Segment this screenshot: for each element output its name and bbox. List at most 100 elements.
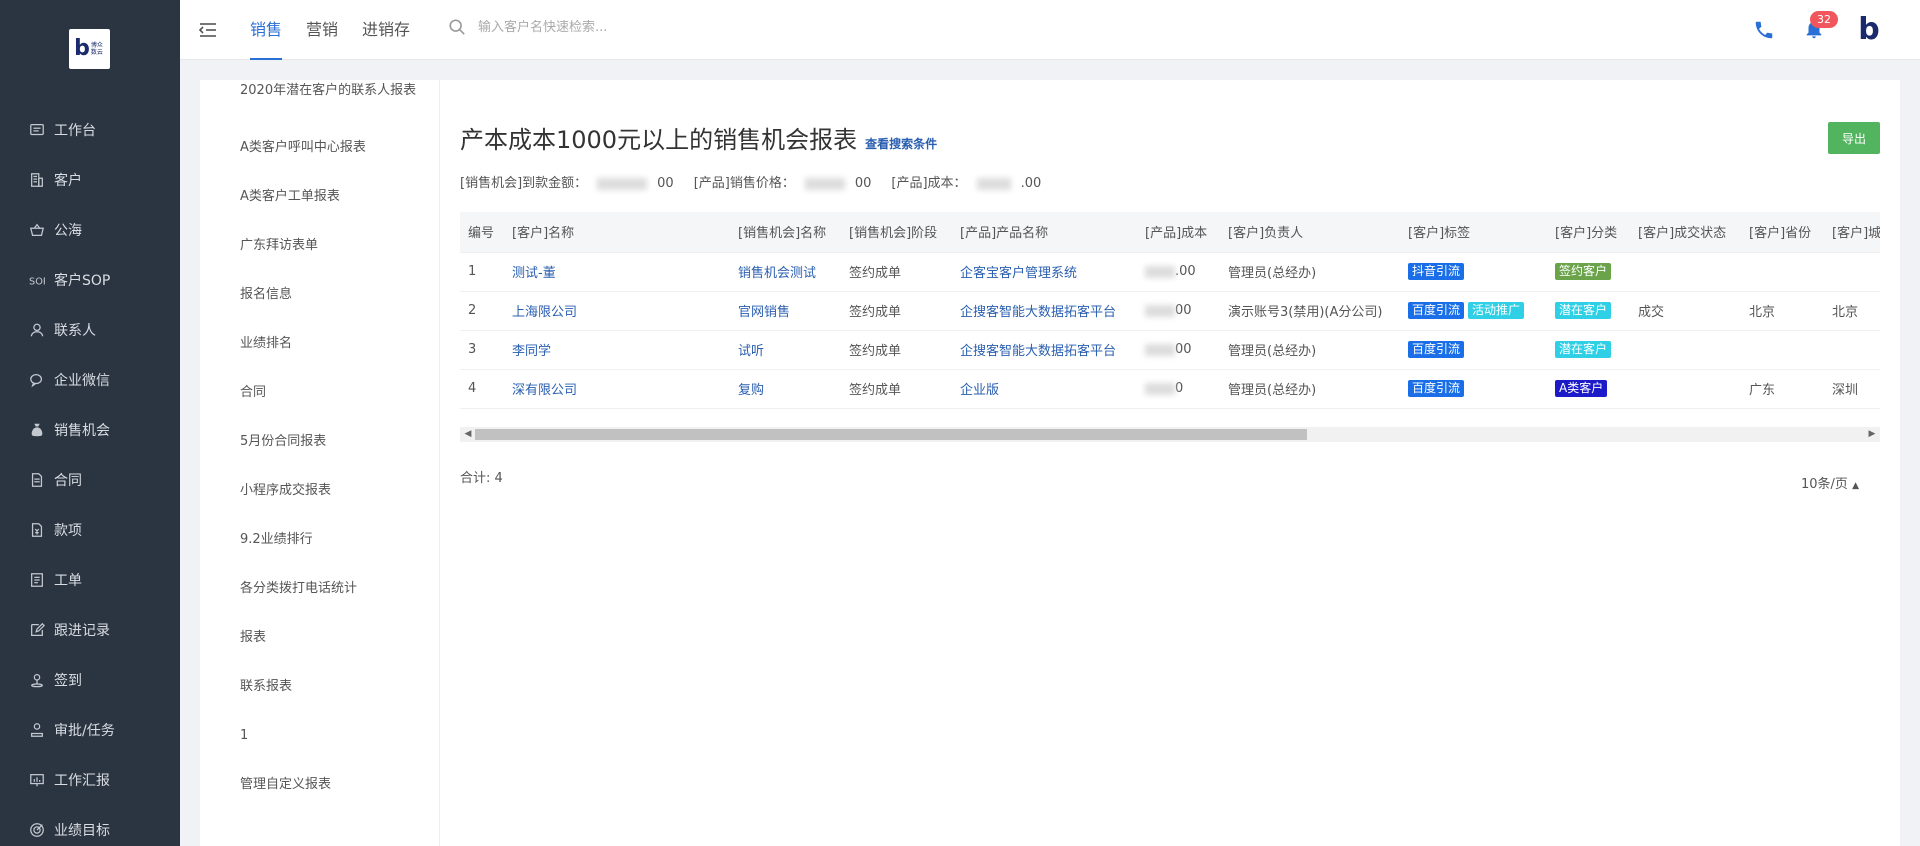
report-item[interactable]: 小程序成交报表 xyxy=(200,481,439,501)
moneybag-icon xyxy=(28,421,46,439)
customer-name-link[interactable]: 测试-董 xyxy=(504,252,730,292)
sidebar: b 博众数云 工作台客户公海 SOP 客户SOP 联系人企业微信销售机会合同款项工单跟… xyxy=(0,0,180,846)
product-name-link[interactable]: 企客宝客户管理系统 xyxy=(952,252,1137,292)
view-search-conditions-link[interactable]: 查看搜索条件 xyxy=(865,135,937,152)
sidebar-item-label: 企业微信 xyxy=(54,373,110,389)
sidebar-item-9[interactable]: 款项 xyxy=(0,505,180,555)
table-row[interactable]: 1 测试-董 销售机会测试 签约成单 企客宝客户管理系统 .00 管理员(总经办) 抖音引流 签… xyxy=(460,252,1880,292)
table-row[interactable]: 2 上海限公司 官网销售 签约成单 企搜客智能大数据拓客平台 00 演示账号3(禁用)(A分… xyxy=(460,291,1880,331)
report-item[interactable]: 各分类拨打电话统计 xyxy=(200,579,439,599)
column-header[interactable]: [产品]产品名称 xyxy=(952,212,1137,253)
report-item[interactable]: A类客户呼叫中心报表 xyxy=(200,138,439,158)
report-item[interactable]: 广东拜访表单 xyxy=(200,236,439,256)
column-header[interactable]: [客户]负责人 xyxy=(1220,212,1400,253)
column-header[interactable]: 编号 xyxy=(460,212,504,253)
tab-marketing[interactable]: 营销 xyxy=(306,0,338,60)
scroll-right-icon[interactable]: ▶ xyxy=(1866,429,1878,440)
sidebar-item-2[interactable]: 客户 xyxy=(0,155,180,205)
report-item[interactable]: 1 xyxy=(200,726,439,746)
report-item[interactable]: 报名信息 xyxy=(200,285,439,305)
customer-category: 潜在客户 xyxy=(1547,291,1630,331)
sidebar-item-12[interactable]: 签到 xyxy=(0,655,180,705)
opportunity-stage: 签约成单 xyxy=(841,369,952,409)
sidebar-item-14[interactable]: 工作汇报 xyxy=(0,755,180,805)
sidebar-item-label: 工单 xyxy=(54,573,82,589)
column-header[interactable]: [产品]成本 xyxy=(1137,212,1220,253)
product-name-link[interactable]: 企搜客智能大数据拓客平台 xyxy=(952,291,1137,331)
product-name-link[interactable]: 企搜客智能大数据拓客平台 xyxy=(952,330,1137,370)
location-icon xyxy=(28,671,46,689)
category-tag: 签约客户 xyxy=(1555,263,1612,280)
sidebar-item-label: 销售机会 xyxy=(54,423,110,439)
category-tag: 潜在客户 xyxy=(1555,341,1612,358)
sidebar-item-10[interactable]: 工单 xyxy=(0,555,180,605)
sidebar-item-label: 联系人 xyxy=(54,323,96,339)
product-name-link[interactable]: 企业版 xyxy=(952,369,1137,409)
opportunity-name-link[interactable]: 销售机会测试 xyxy=(730,252,841,292)
dashboard-icon xyxy=(28,121,46,139)
phone-icon[interactable] xyxy=(1753,19,1775,41)
customer-category: 潜在客户 xyxy=(1547,330,1630,370)
horizontal-scrollbar[interactable]: ◀ ▶ xyxy=(460,427,1880,442)
opportunity-stage: 签约成单 xyxy=(841,291,952,331)
column-header[interactable]: [客户]标签 xyxy=(1400,212,1547,253)
page-title: 产本成本1000元以上的销售机会报表 xyxy=(460,126,858,154)
app-logo[interactable]: b 博众数云 xyxy=(69,29,110,69)
opportunity-name-link[interactable]: 试听 xyxy=(730,330,841,370)
sidebar-item-6[interactable]: 企业微信 xyxy=(0,355,180,405)
customer-province xyxy=(1741,330,1824,370)
sidebar-item-4[interactable]: SOP 客户SOP xyxy=(0,255,180,305)
scroll-left-icon[interactable]: ◀ xyxy=(462,429,474,440)
table-row[interactable]: 3 李同学 试听 签约成单 企搜客智能大数据拓客平台 00 管理员(总经办) 百度引流 潜在客户 xyxy=(460,330,1880,370)
sidebar-item-11[interactable]: 跟进记录 xyxy=(0,605,180,655)
report-item[interactable]: 5月份合同报表 xyxy=(200,432,439,452)
avatar[interactable]: b xyxy=(1853,14,1885,46)
table-row[interactable]: 4 深有限公司 复购 签约成单 企业版 0 管理员(总经办) 百度引流 A类客户 广东 深圳 xyxy=(460,369,1880,409)
opportunity-name-link[interactable]: 官网销售 xyxy=(730,291,841,331)
sidebar-item-label: 公海 xyxy=(54,223,82,239)
report-item[interactable]: 报表 xyxy=(200,628,439,648)
menu-collapse-icon[interactable] xyxy=(198,20,218,40)
deal-status xyxy=(1630,252,1741,292)
report-item[interactable]: 业绩排名 xyxy=(200,334,439,354)
tab-inventory[interactable]: 进销存 xyxy=(362,0,410,60)
report-item[interactable]: 合同 xyxy=(200,383,439,403)
report-item[interactable]: A类客户工单报表 xyxy=(200,187,439,207)
column-header[interactable]: [客户]分类 xyxy=(1547,212,1630,253)
column-header[interactable]: [客户]名称 xyxy=(504,212,730,253)
report-item[interactable]: 2020年潜在客户的联系人报表 xyxy=(200,80,439,102)
export-button[interactable]: 导出 xyxy=(1828,122,1880,154)
sidebar-item-3[interactable]: 公海 xyxy=(0,205,180,255)
customer-tags: 百度引流 活动推广 xyxy=(1400,291,1547,331)
report-item[interactable]: 9.2业绩排行 xyxy=(200,530,439,550)
customer-tags: 百度引流 xyxy=(1400,330,1547,370)
customer-name-link[interactable]: 深有限公司 xyxy=(504,369,730,409)
column-header[interactable]: [客户]省份 xyxy=(1741,212,1824,253)
page-size-select[interactable]: 10条/页 ▲ xyxy=(1801,473,1859,492)
opportunity-name-link[interactable]: 复购 xyxy=(730,369,841,409)
column-header[interactable]: [客户]成交状态 xyxy=(1630,212,1741,253)
scrollbar-thumb[interactable] xyxy=(475,429,1307,440)
search-icon[interactable] xyxy=(448,18,466,36)
report-item[interactable]: 联系报表 xyxy=(200,677,439,697)
sidebar-item-7[interactable]: 销售机会 xyxy=(0,405,180,455)
search-input[interactable] xyxy=(478,19,738,35)
customer-name-link[interactable]: 上海限公司 xyxy=(504,291,730,331)
sidebar-item-13[interactable]: 审批/任务 xyxy=(0,705,180,755)
sidebar-item-label: 审批/任务 xyxy=(54,723,115,739)
sop-icon: SOP xyxy=(28,271,46,289)
sidebar-item-8[interactable]: 合同 xyxy=(0,455,180,505)
report-item[interactable]: 管理自定义报表 xyxy=(200,775,439,795)
customer-tag: 活动推广 xyxy=(1468,302,1525,319)
sidebar-item-1[interactable]: 工作台 xyxy=(0,105,180,155)
sidebar-item-15[interactable]: 业绩目标 xyxy=(0,805,180,846)
customer-category: 签约客户 xyxy=(1547,252,1630,292)
sidebar-item-5[interactable]: 联系人 xyxy=(0,305,180,355)
tab-sales[interactable]: 销售 xyxy=(250,0,283,60)
column-header[interactable]: [销售机会]名称 xyxy=(730,212,841,253)
row-number: 1 xyxy=(460,252,504,292)
column-header[interactable]: [销售机会]阶段 xyxy=(841,212,952,253)
column-header[interactable]: [客户]城 xyxy=(1824,212,1880,253)
search-box xyxy=(448,18,738,36)
customer-name-link[interactable]: 李同学 xyxy=(504,330,730,370)
